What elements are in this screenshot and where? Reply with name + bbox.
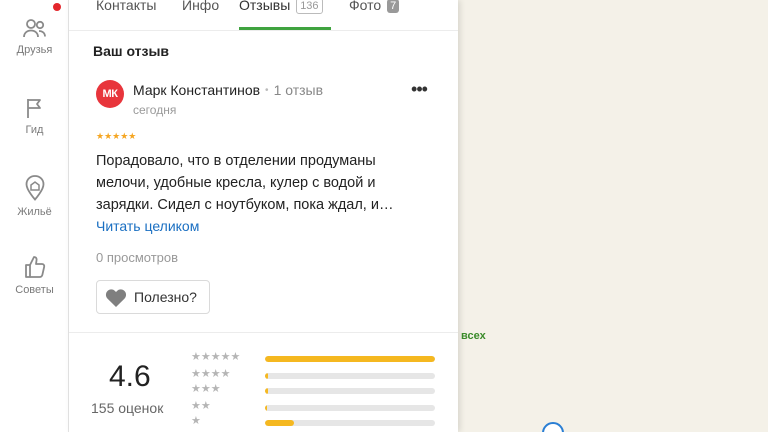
tab-contacts[interactable]: Контакты (96, 0, 156, 31)
organization-panel: Контакты Инфо Отзывы 136 Фото 7 Ваш отзы… (69, 0, 458, 432)
tab-bar: Контакты Инфо Отзывы 136 Фото 7 (69, 0, 458, 31)
avatar[interactable]: МК (96, 80, 124, 108)
tab-info[interactable]: Инфо (182, 0, 219, 31)
notification-dot (53, 3, 61, 11)
thumbs-up-icon (24, 256, 45, 278)
rail-item-label: Друзья (16, 44, 53, 56)
distribution-bar-fill (265, 420, 294, 426)
distribution-bar-fill (265, 388, 269, 394)
author-name[interactable]: Марк Константинов (133, 82, 260, 98)
tab-label: Фото (349, 0, 382, 13)
review-author-line: Марк Константинов • 1 отзыв (133, 82, 323, 98)
rail-item-guide[interactable]: Гид (0, 96, 69, 136)
place-icon (25, 175, 44, 201)
average-rating: 4.6 (109, 360, 151, 393)
distribution-bar-track (265, 373, 435, 379)
distribution-bar-track (265, 388, 435, 394)
distribution-bar-fill (265, 373, 269, 379)
rail-item-label: Гид (25, 124, 44, 136)
tab-count-badge: 7 (387, 0, 400, 13)
tab-label: Отзывы (239, 0, 291, 13)
row-stars: ★★★ (191, 383, 221, 395)
rating-distribution-row: ★★ (191, 400, 441, 413)
rating-distribution-row: ★ (191, 415, 441, 428)
rail-item-friends[interactable]: Друзья (0, 16, 69, 56)
row-stars: ★★ (191, 400, 211, 412)
read-full-link[interactable]: Читать целиком (96, 218, 199, 234)
active-tab-indicator (239, 27, 331, 30)
useful-button[interactable]: Полезно? (96, 280, 210, 314)
author-reviews-count: 1 отзыв (273, 82, 324, 98)
rating-distribution-row: ★★★ (191, 383, 441, 396)
separator-dot: • (265, 85, 269, 96)
more-options-button[interactable]: ••• (405, 80, 433, 102)
rating-distribution-row: ★★★★ (191, 368, 441, 381)
rail-item-housing[interactable]: Жильё (0, 174, 69, 218)
rail-item-label: Жильё (17, 206, 52, 218)
distribution-bar-fill (265, 405, 267, 411)
people-icon (22, 19, 46, 38)
rail-item-label: Советы (15, 284, 54, 296)
distribution-bar-track (265, 405, 435, 411)
distribution-bar-track (265, 420, 435, 426)
flag-icon (26, 99, 41, 118)
tab-label: Инфо (182, 0, 220, 13)
review-text: Порадовало, что в отделении продуманы ме… (96, 153, 394, 213)
tab-label: Контакты (96, 0, 157, 13)
tab-photos[interactable]: Фото 7 (349, 0, 400, 31)
distribution-bar-fill (265, 356, 435, 362)
section-title: Ваш отзыв (93, 43, 170, 59)
ratings-count: 155 оценок (91, 400, 164, 416)
review-date: сегодня (133, 103, 177, 117)
rating-distribution-row: ★★★★★ (191, 351, 441, 364)
tab-count-badge: 136 (296, 0, 323, 14)
row-stars: ★ (191, 415, 201, 427)
row-stars: ★★★★ (191, 368, 231, 380)
row-stars: ★★★★★ (191, 351, 241, 363)
map-place-label[interactable]: всех (461, 330, 486, 342)
heart-icon (105, 289, 127, 307)
useful-button-label: Полезно? (134, 289, 197, 305)
distribution-bar-track (265, 356, 435, 362)
views-count: 0 просмотров (96, 250, 179, 265)
divider (69, 332, 458, 333)
review-rating-stars: ★★★★★ (96, 131, 137, 141)
rail-item-tips[interactable]: Советы (0, 254, 69, 296)
side-rail: Друзья Гид Жильё Советы (0, 0, 69, 432)
map-marker-icon[interactable] (542, 422, 564, 432)
